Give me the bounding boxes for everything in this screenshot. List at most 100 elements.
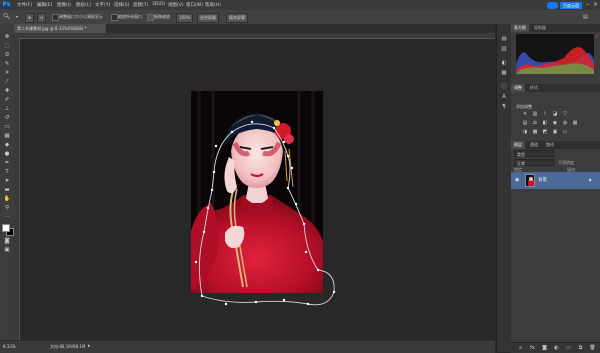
eraser-tool-icon[interactable]: ▭ (2, 124, 12, 131)
fill-screen-button[interactable]: 填充屏幕 (226, 13, 248, 23)
menu-edit[interactable]: 编辑(E) (37, 2, 52, 8)
menu-layer[interactable]: 图层(L) (76, 2, 91, 8)
move-tool-icon[interactable]: ✥ (2, 34, 12, 41)
photo-filter-icon[interactable]: ◉ (551, 120, 559, 126)
color-balance-icon[interactable]: ⚖ (531, 120, 539, 126)
pen-tool-icon[interactable]: ✒ (2, 160, 12, 167)
menu-file[interactable]: 文件(F) (17, 2, 32, 8)
invert-icon[interactable]: ◑ (521, 129, 529, 135)
menu-window[interactable]: 窗口(W) (186, 2, 203, 8)
cloud-icon[interactable] (547, 2, 558, 9)
warning-icon[interactable]: ⚠ (594, 34, 598, 40)
info-panel-icon[interactable]: ⓘ (500, 84, 508, 91)
curves-icon[interactable]: ⌇ (541, 111, 549, 117)
foreground-color-swatch[interactable] (2, 224, 10, 232)
swatches-panel-icon[interactable]: ▦ (500, 70, 508, 77)
more-tools-icon[interactable]: ··· (2, 214, 12, 221)
new-group-icon[interactable]: ▭ (565, 345, 572, 351)
hand-tool-icon[interactable]: ✋ (2, 196, 12, 203)
menu-view[interactable]: 视图(V) (168, 2, 184, 8)
quick-select-tool-icon[interactable]: ✎ (2, 61, 12, 68)
levels-icon[interactable]: ▥ (531, 111, 539, 117)
document-tab[interactable]: 第二节课素材.jpg @ 8.33%(RGB/8) * (14, 24, 106, 33)
brightness-icon[interactable]: ☀ (521, 111, 529, 117)
threshold-icon[interactable]: ◩ (541, 129, 549, 135)
dodge-tool-icon[interactable]: ● (2, 151, 12, 158)
history-panel-icon[interactable]: ▤ (500, 36, 508, 43)
zoom-out-icon[interactable]: ⊖ (37, 13, 47, 23)
selective-color-icon[interactable]: ▣ (551, 129, 559, 135)
tab-channels[interactable]: 通道 (527, 141, 541, 149)
photoshop-logo: Ps (2, 1, 11, 9)
vibrance-icon[interactable]: ▽ (561, 111, 569, 117)
scrubby-zoom-checkbox[interactable] (147, 14, 154, 21)
tab-styles[interactable]: 样式 (527, 84, 541, 92)
zoom-level[interactable]: 8.33% (3, 344, 16, 349)
visibility-eye-icon[interactable]: ◉ (515, 177, 521, 183)
tab-paths[interactable]: 路径 (543, 141, 557, 149)
dropdown-arrow-icon[interactable]: ▾ (16, 13, 18, 21)
options-bar: 🔍︎ ▾ ⊕ ⊖ 调整窗口大小以满屏显示 缩放所有窗口 细微缩放 100% 适合… (0, 10, 600, 25)
type-tool-icon[interactable]: T (2, 169, 12, 176)
properties-panel-icon[interactable]: ▥ (500, 46, 508, 53)
black-white-icon[interactable]: ◧ (541, 120, 549, 126)
menu-type[interactable]: 文字(Y) (95, 2, 110, 8)
tab-adjustments[interactable]: 调整 (511, 84, 525, 92)
eyedropper-tool-icon[interactable]: ⁄ (2, 79, 12, 86)
cloud-button[interactable]: 百度云盘 (560, 2, 582, 9)
zoom-all-checkbox[interactable] (111, 14, 118, 21)
marquee-tool-icon[interactable]: ⬚ (2, 43, 12, 50)
delete-layer-icon[interactable]: 🗑︎ (589, 345, 596, 351)
menu-select[interactable]: 选择(S) (114, 2, 129, 8)
zoom-100-button[interactable]: 100% (176, 13, 194, 23)
resize-windows-checkbox[interactable] (52, 14, 59, 21)
clone-stamp-tool-icon[interactable]: ⊥ (2, 106, 12, 113)
menu-filter[interactable]: 滤镜(T) (133, 2, 148, 8)
zoom-in-icon[interactable]: ⊕ (25, 13, 35, 23)
new-layer-icon[interactable]: ⧉ (577, 345, 584, 351)
gradient-tool-icon[interactable]: ▦ (2, 133, 12, 140)
posterize-icon[interactable]: ▩ (531, 129, 539, 135)
color-panel-icon[interactable]: ◐ (500, 60, 508, 67)
tab-navigator[interactable]: 导航器 (531, 24, 549, 32)
zoom-tool-icon[interactable]: 🔍︎ (3, 13, 11, 21)
status-menu-arrow-icon[interactable]: ▸ (88, 343, 91, 349)
tab-layers[interactable]: 图层 (511, 141, 525, 149)
layer-style-icon[interactable]: fx (529, 345, 536, 351)
resize-windows-label: 调整窗口大小以满屏显示 (59, 14, 103, 19)
screen-mode-icon[interactable]: ▣ (2, 247, 12, 254)
blur-tool-icon[interactable]: ◆ (2, 142, 12, 149)
layer-lock-icon[interactable]: 🔒︎ (589, 177, 591, 183)
healing-brush-tool-icon[interactable]: ✚ (2, 88, 12, 95)
hue-saturation-icon[interactable]: ▤ (521, 120, 529, 126)
tab-histogram[interactable]: 直方图 (511, 24, 529, 32)
quick-mask-icon[interactable]: ◙ (2, 238, 12, 245)
exposure-icon[interactable]: ◪ (551, 111, 559, 117)
history-brush-tool-icon[interactable]: ↺ (2, 115, 12, 122)
gradient-map-icon[interactable]: ▭ (561, 129, 569, 135)
add-mask-icon[interactable]: ◙ (541, 345, 548, 351)
lasso-tool-icon[interactable]: ᘓ (2, 52, 12, 59)
link-layers-icon[interactable]: ∞ (517, 345, 524, 351)
close-icon[interactable]: × (593, 1, 598, 8)
minimize-icon[interactable]: – (586, 1, 589, 8)
color-lookup-icon[interactable]: ▦ (571, 120, 579, 126)
fit-screen-button[interactable]: 适合屏幕 (197, 13, 219, 23)
layer-filter-select[interactable]: 类型 (514, 150, 554, 157)
menu-3d[interactable]: 3D(D) (152, 2, 165, 7)
crop-tool-icon[interactable]: ⌗ (2, 70, 12, 77)
zoom-tool-icon[interactable]: ⚲ (2, 205, 12, 212)
brush-tool-icon[interactable]: ✐ (2, 97, 12, 104)
paragraph-panel-icon[interactable]: ¶ (500, 104, 508, 111)
blend-mode-select[interactable]: 正常 (514, 159, 554, 166)
workspace-icon[interactable]: ▤ (583, 13, 588, 21)
menu-help[interactable]: 帮助(H) (205, 2, 221, 8)
layer-row-background[interactable]: ◉ 背景 🔒︎ (511, 172, 600, 189)
channel-mixer-icon[interactable]: ◍ (561, 120, 569, 126)
path-select-tool-icon[interactable]: ➤ (2, 178, 12, 185)
character-panel-icon[interactable]: A (500, 94, 508, 101)
adjustment-layer-icon[interactable]: ◐ (553, 345, 560, 351)
shape-tool-icon[interactable]: ▬ (2, 187, 12, 194)
menu-image[interactable]: 图像(I) (57, 2, 71, 8)
layer-name[interactable]: 背景 (538, 177, 547, 183)
